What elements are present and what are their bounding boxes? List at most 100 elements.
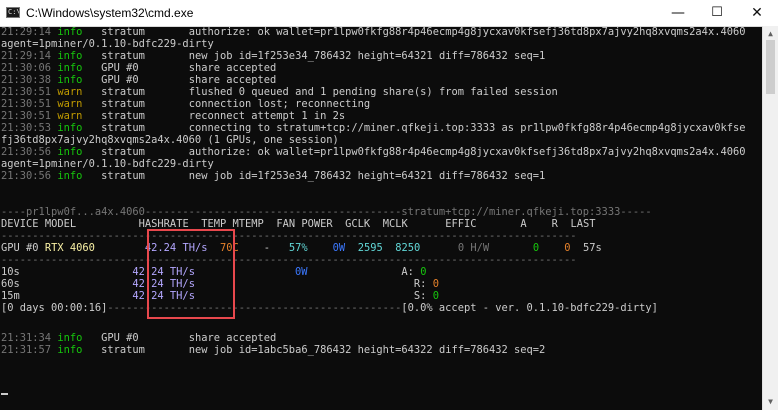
summary-stat-value: 0: [432, 278, 439, 290]
col-power: POWER: [301, 218, 333, 230]
col-r: R: [551, 218, 558, 230]
col-device: DEVICE: [1, 218, 39, 230]
sep-mid: ----------------------------------------…: [144, 206, 402, 218]
log-line: 21:29:14 info stratum authorize: ok wall…: [1, 26, 745, 38]
log-level: warn: [57, 110, 83, 122]
gpu-mclk: 8250: [395, 242, 421, 254]
scroll-down-icon[interactable]: ▼: [763, 394, 778, 409]
dashboard-separator: ----------------------------------------…: [1, 230, 577, 242]
log-timestamp: 21:30:51: [1, 110, 52, 122]
log-line: 21:30:51 warn stratum reconnect attempt …: [1, 110, 345, 122]
log-message: share accepted: [188, 74, 277, 86]
log-level: info: [57, 74, 83, 86]
log-line: 21:29:14 info stratum new job id=1f253e3…: [1, 50, 545, 62]
log-source: GPU #0: [101, 62, 139, 74]
log-source: stratum: [101, 146, 145, 158]
log-message: authorize: ok wallet=pr1lpw0fkfg88r4p46e…: [188, 26, 746, 38]
log-level: warn: [57, 86, 83, 98]
console-window: C:\ C:\Windows\system32\cmd.exe — ☐ ✕ 21…: [0, 0, 778, 410]
log-message: share accepted: [188, 62, 277, 74]
log-continuation: fj36td8px7ajvy2hq8xvqms2a4x.4060 (1 GPUs…: [1, 134, 339, 146]
log-level: info: [57, 332, 83, 344]
log-timestamp: 21:31:57: [1, 344, 52, 356]
col-mclk: MCLK: [382, 218, 408, 230]
log-source: stratum: [101, 98, 145, 110]
log-timestamp: 21:30:38: [1, 74, 52, 86]
log-continuation: agent=1pminer/0.1.10-bdfc229-dirty: [1, 158, 214, 170]
log-message: share accepted: [188, 332, 277, 344]
log-level: info: [57, 146, 83, 158]
maximize-icon[interactable]: ☐: [697, 0, 737, 26]
gpu-accepted: 0: [532, 242, 540, 254]
title-bar[interactable]: C:\ C:\Windows\system32\cmd.exe — ☐ ✕: [0, 0, 778, 27]
uptime: [0 days 00:00:16]: [1, 302, 108, 314]
pool-label: stratum+tcp://miner.qfkeji.top:3333: [401, 206, 621, 218]
log-message: new job id=1abc5ba6_786432 height=64322 …: [188, 344, 546, 356]
summary-label: 15m: [1, 290, 20, 302]
gpu-mtemp: -: [263, 242, 271, 254]
log-level: info: [57, 344, 83, 356]
log-line: 21:30:56 info stratum new job id=1f253e3…: [1, 170, 545, 182]
log-line-continued: agent=1pminer/0.1.10-bdfc229-dirty: [1, 158, 214, 170]
summary-label: 10s: [1, 266, 20, 278]
log-line: 21:30:38 info GPU #0 share accepted: [1, 74, 276, 86]
summary-stat-label: A:: [401, 266, 414, 278]
log-line-continued: agent=1pminer/0.1.10-bdfc229-dirty: [1, 38, 214, 50]
accept-status: [0.0% accept - ver. 0.1.10-bdfc229-dirty…: [401, 302, 658, 314]
dashboard-top-separator: ----pr1lpw0f...a4x.4060-----------------…: [1, 206, 652, 218]
summary-power: 0W: [295, 266, 308, 278]
log-source: stratum: [101, 110, 145, 122]
log-message: connecting to stratum+tcp://miner.qfkeji…: [188, 122, 746, 134]
close-icon[interactable]: ✕: [737, 0, 777, 26]
summary-stat-label: S:: [413, 290, 427, 302]
cmd-app-icon: C:\: [6, 7, 20, 18]
log-line: 21:30:06 info GPU #0 share accepted: [1, 62, 276, 74]
log-source: GPU #0: [101, 332, 139, 344]
window-title: C:\Windows\system32\cmd.exe: [26, 6, 194, 20]
summary-stat-label: R:: [413, 278, 427, 290]
summary-stat-value: 0: [420, 266, 427, 278]
log-line: 21:30:56 info stratum authorize: ok wall…: [1, 146, 745, 158]
wallet-label: pr1lpw0f...a4x.4060: [26, 206, 145, 218]
log-level: warn: [57, 98, 83, 110]
log-continuation: agent=1pminer/0.1.10-bdfc229-dirty: [1, 38, 214, 50]
col-mtemp: MTEMP: [232, 218, 264, 230]
log-line: 21:30:51 warn stratum connection lost; r…: [1, 98, 370, 110]
log-message: new job id=1f253e34_786432 height=64321 …: [188, 50, 546, 62]
log-timestamp: 21:29:14: [1, 50, 52, 62]
log-timestamp: 21:30:56: [1, 170, 52, 182]
log-message: authorize: ok wallet=pr1lpw0fkfg88r4p46e…: [188, 146, 746, 158]
sep-tail: -----: [620, 206, 652, 218]
log-timestamp: 21:30:53: [1, 122, 52, 134]
hashrate-highlight-box: [147, 229, 235, 319]
text-cursor: [1, 393, 8, 395]
col-last: LAST: [570, 218, 596, 230]
gpu-gclk: 2595: [357, 242, 383, 254]
scroll-thumb[interactable]: [766, 40, 775, 94]
summary-stat-value: 0: [432, 290, 439, 302]
log-timestamp: 21:30:51: [1, 86, 52, 98]
gpu-rejected: 0: [564, 242, 571, 254]
dashboard-separator: ----------------------------------------…: [1, 254, 577, 266]
gpu-last: 57s: [582, 242, 602, 254]
console-output[interactable]: 21:29:14 info stratum authorize: ok wall…: [0, 26, 762, 410]
log-source: stratum: [101, 50, 145, 62]
gpu-effic: 0 H/W: [457, 242, 490, 254]
vertical-scrollbar[interactable]: ▲ ▼: [762, 26, 778, 410]
minimize-icon[interactable]: —: [658, 0, 698, 26]
log-source: stratum: [101, 344, 145, 356]
log-message: new job id=1f253e34_786432 height=64321 …: [188, 170, 546, 182]
log-source: stratum: [101, 122, 145, 134]
scroll-up-icon[interactable]: ▲: [763, 26, 778, 41]
log-line: 21:30:53 info stratum connecting to stra…: [1, 122, 745, 134]
log-line: 21:31:34 info GPU #0 share accepted: [1, 332, 276, 344]
log-source: stratum: [101, 26, 145, 38]
log-level: info: [57, 122, 83, 134]
log-timestamp: 21:29:14: [1, 26, 52, 38]
sep-lead: ----: [1, 206, 27, 218]
gpu-fan: 57%: [288, 242, 308, 254]
col-gclk: GCLK: [345, 218, 371, 230]
col-model: MODEL: [44, 218, 77, 230]
summary-label: 60s: [1, 278, 20, 290]
dashboard-footer: [0 days 00:00:16]-----------------------…: [1, 302, 658, 314]
